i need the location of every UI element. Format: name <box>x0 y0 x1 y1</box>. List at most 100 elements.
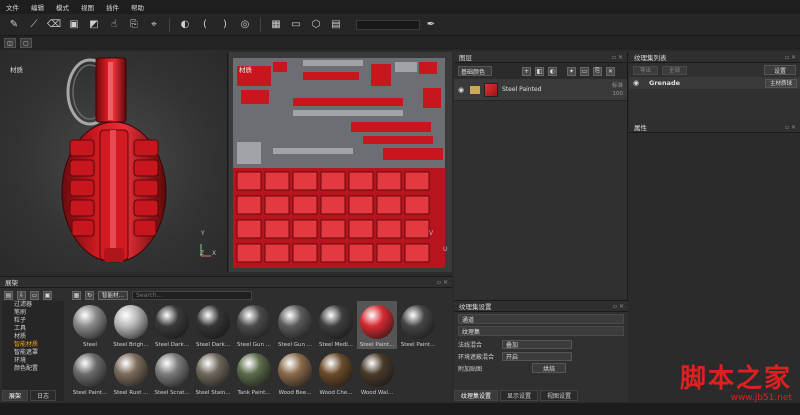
add-fill-icon[interactable]: ◧ <box>535 66 544 76</box>
layers-title: 图层 <box>459 54 472 62</box>
shelf-category-item[interactable]: 工具 <box>2 325 64 333</box>
shelf-category-item[interactable]: 笔刷 <box>2 309 64 317</box>
delete-icon[interactable]: ✕ <box>606 66 615 76</box>
tab-shelf[interactable]: 展架 <box>2 390 29 401</box>
grid-icon[interactable]: ▦ <box>268 17 284 33</box>
shelf-refresh-icon[interactable]: ↻ <box>85 290 94 300</box>
material-thumbnail[interactable]: Steel Medi... <box>316 301 356 349</box>
panel-controls-icon[interactable]: ▫ ✕ <box>612 54 623 61</box>
material-thumbnail[interactable]: Steel Dark... <box>152 301 192 349</box>
tab-display-settings[interactable]: 显示设置 <box>500 390 539 401</box>
shelf-category-item[interactable]: 粒子 <box>2 317 64 325</box>
symmetry-icon[interactable]: ◎ <box>237 17 253 33</box>
bake-button[interactable]: 烘焙 <box>532 363 566 373</box>
add-effect-icon[interactable]: ✦ <box>567 66 576 76</box>
eraser-icon[interactable]: ⌫ <box>46 17 62 33</box>
shelf-category-item[interactable]: 材质 <box>2 333 64 341</box>
tab-texture-set-settings[interactable]: 纹理集设置 <box>454 390 499 401</box>
duplicate-icon[interactable]: ⎘ <box>593 66 602 76</box>
shelf-search-input[interactable]: Search... <box>132 290 253 300</box>
shelf-new-icon[interactable]: ▤ <box>4 290 13 300</box>
add-layer-icon[interactable]: + <box>522 66 531 76</box>
shelf-view-icon[interactable]: ▦ <box>72 290 81 300</box>
panel-controls-icon[interactable]: ▫ ✕ <box>785 54 796 61</box>
brush-size-slider[interactable] <box>356 19 420 30</box>
layout-icon[interactable]: ▤ <box>328 17 344 33</box>
shelf-category-item[interactable]: 颜色配置 <box>2 365 64 373</box>
material-thumbnail[interactable]: Steel Gun ... <box>234 301 274 349</box>
shelf-category-item-active[interactable]: 智能材质 <box>2 341 64 349</box>
ao-mix-select[interactable]: 开启 <box>502 351 572 361</box>
menu-mode[interactable]: 模式 <box>56 2 69 12</box>
size-icon[interactable]: ◐ <box>177 17 193 33</box>
polyfill-icon[interactable]: ◩ <box>86 17 102 33</box>
flow-icon[interactable]: ( <box>197 17 213 33</box>
material-thumbnail[interactable]: Steel Paint... <box>398 301 438 349</box>
shelf-filter-tag[interactable]: 智能材… <box>98 290 129 300</box>
clone-icon[interactable]: ⎘ <box>126 17 142 33</box>
menu-file[interactable]: 文件 <box>6 2 19 12</box>
shelf-import-icon[interactable]: ⇩ <box>17 290 26 300</box>
screen-icon[interactable]: ▭ <box>288 17 304 33</box>
cube-icon[interactable]: ⬡ <box>308 17 324 33</box>
paint-icon[interactable]: ✎ <box>6 17 22 33</box>
add-mask-icon[interactable]: ◐ <box>548 66 557 76</box>
material-thumbnail[interactable]: Wood Wal... <box>357 349 397 397</box>
texture-settings-field-1[interactable]: 通道 <box>458 314 624 324</box>
shader-select[interactable]: 主材质球 <box>764 78 797 88</box>
texture-settings-field-2[interactable]: 纹理集 <box>458 326 624 336</box>
material-thumbnail[interactable]: Steel <box>70 301 110 349</box>
picker-icon[interactable]: ⌖ <box>146 17 162 33</box>
texture-all-button[interactable]: 全部 <box>662 65 688 75</box>
layer-blend-opacity[interactable]: 标准 100 <box>612 82 627 98</box>
axis-y-label: Y <box>201 230 205 237</box>
material-thumbnail[interactable]: Steel Brigh... <box>111 301 151 349</box>
add-folder-icon[interactable]: ▭ <box>580 66 589 76</box>
stroke-icon[interactable]: ) <box>217 17 233 33</box>
brush-preset-icon[interactable]: ✒ <box>424 18 438 32</box>
settings-tabs: 纹理集设置 显示设置 视图设置 <box>454 390 579 402</box>
tab-viewer-settings[interactable]: 视图设置 <box>540 390 579 401</box>
layer-row[interactable]: ◉ Steel Painted 标准 100 <box>454 79 627 101</box>
material-thumbnail[interactable]: Steel Scrat... <box>152 349 192 397</box>
material-label: Tank Paint... <box>237 390 271 396</box>
shelf-category-item[interactable]: 环境 <box>2 357 64 365</box>
render-mode-icon[interactable]: ▢ <box>20 38 32 48</box>
projection-icon[interactable]: ▣ <box>66 17 82 33</box>
texture-export-button[interactable]: 导出 <box>633 65 659 75</box>
material-preview-sphere <box>360 305 394 339</box>
normal-mix-select[interactable]: 叠加 <box>502 339 572 349</box>
menu-edit[interactable]: 编辑 <box>31 2 44 12</box>
material-thumbnail[interactable]: Steel Stain... <box>193 349 233 397</box>
shelf-save-icon[interactable]: ▣ <box>43 290 52 300</box>
menu-help[interactable]: 帮助 <box>131 2 144 12</box>
texture-set-row[interactable]: ◉ Grenade 主材质球 <box>629 77 800 89</box>
menu-plugins[interactable]: 插件 <box>106 2 119 12</box>
viewport-2d[interactable]: 材质 V U <box>229 52 452 272</box>
tab-log[interactable]: 日志 <box>30 390 57 401</box>
material-thumbnail[interactable]: Tank Paint... <box>234 349 274 397</box>
texture-settings-button[interactable]: 设置 <box>764 65 796 75</box>
material-preview-sphere <box>73 305 107 339</box>
panel-controls-icon[interactable]: ▫ ✕ <box>613 303 624 310</box>
viewport-3d[interactable]: 材质 Y X Z <box>0 52 228 272</box>
shelf-folder-icon[interactable]: ▭ <box>30 290 39 300</box>
shelf-category-item[interactable]: 过滤器 <box>2 301 64 309</box>
material-thumbnail[interactable]: Steel Rust ... <box>111 349 151 397</box>
material-thumbnail[interactable]: Steel Paint... <box>357 301 397 349</box>
material-thumbnail[interactable]: Steel Gun ... <box>275 301 315 349</box>
channel-select[interactable]: 基础颜色 <box>458 66 492 76</box>
radio-icon[interactable]: ◉ <box>633 79 641 87</box>
eye-icon[interactable]: ◉ <box>458 86 466 94</box>
material-thumbnail[interactable]: Steel Dark... <box>193 301 233 349</box>
shelf-category-item[interactable]: 智能遮罩 <box>2 349 64 357</box>
panel-controls-icon[interactable]: ▫ ✕ <box>785 124 796 131</box>
menu-view[interactable]: 视图 <box>81 2 94 12</box>
panel-controls-icon[interactable]: ▫ ✕ <box>437 279 448 286</box>
smudge-icon[interactable]: ☝ <box>106 17 122 33</box>
material-thumbnail[interactable]: Steel Paint... <box>70 349 110 397</box>
material-thumbnail[interactable]: Wood Che... <box>316 349 356 397</box>
camera-icon[interactable]: ◫ <box>4 38 16 48</box>
material-thumbnail[interactable]: Wood Bee... <box>275 349 315 397</box>
brush-icon[interactable]: ⟋ <box>26 17 42 33</box>
